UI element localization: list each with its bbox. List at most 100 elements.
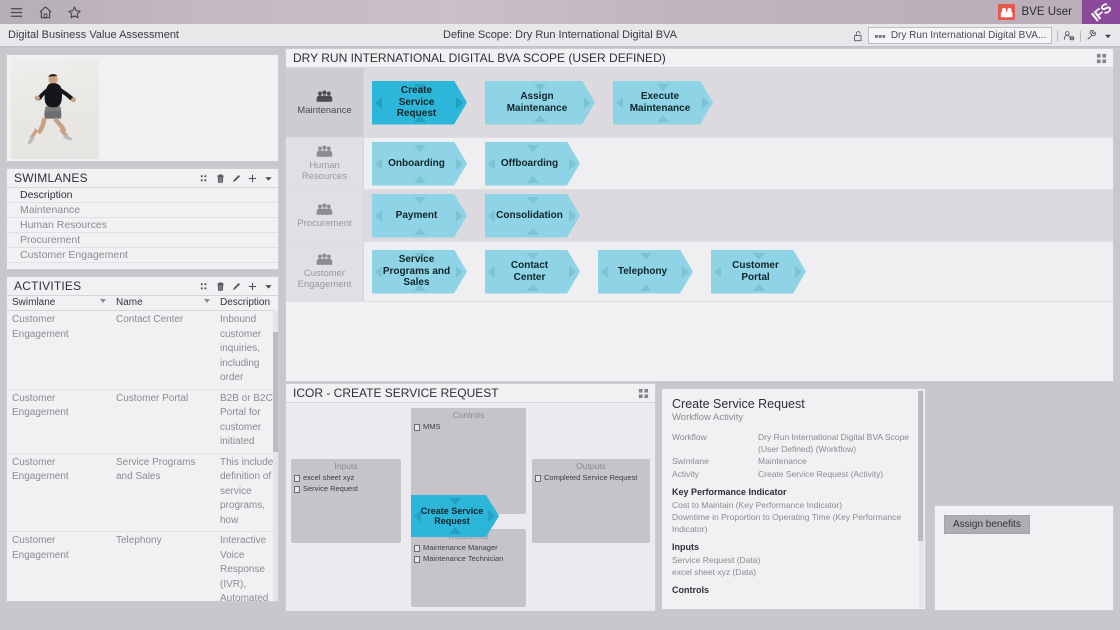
arrow-left-icon: [714, 266, 721, 278]
activity-node-label: Service Programs and Sales: [382, 254, 451, 289]
grid-icon[interactable]: [199, 173, 210, 184]
activity-node-label: Execute Maintenance: [629, 91, 691, 114]
checkbox-icon[interactable]: [294, 474, 300, 482]
column-header-swimlane[interactable]: Swimlane: [7, 296, 111, 311]
table-row[interactable]: Customer Engagement Telephony Interactiv…: [7, 531, 278, 601]
activity-node-execute-maintenance[interactable]: Execute Maintenance: [613, 81, 713, 125]
context-selector[interactable]: Dry Run International Digital BVA...: [867, 27, 1053, 44]
details-section-kpi-line: Downtime in Proportion to Operating Time…: [672, 512, 902, 534]
activity-node-service-programs-and-sales[interactable]: Service Programs and Sales: [372, 250, 467, 294]
table-row[interactable]: Customer Engagement Contact Center Inbou…: [7, 310, 278, 390]
swimlanes-panel-title: SWIMLANES: [14, 171, 88, 185]
grid-icon[interactable]: [199, 281, 210, 292]
star-icon[interactable]: [67, 5, 82, 20]
swimlane-item-human-resources[interactable]: Human Resources: [7, 218, 278, 233]
swimlane-label-customer-engagement[interactable]: Customer Engagement: [286, 242, 364, 301]
swimlane-body-maintenance: Create Service Request Assign Maintenanc…: [364, 68, 1113, 137]
column-header-description[interactable]: Description: [215, 296, 278, 311]
swimlane-item-customer-engagement[interactable]: Customer Engagement: [7, 248, 278, 263]
details-title: Create Service Request: [672, 397, 805, 411]
tools-icon[interactable]: [1086, 29, 1098, 42]
top-bar-icon-group: [0, 5, 82, 20]
unlocked-padlock-icon[interactable]: [852, 30, 864, 42]
table-row[interactable]: Customer Engagement Customer Portal B2B …: [7, 389, 278, 454]
activity-node-payment[interactable]: Payment: [372, 194, 467, 238]
activity-node-telephony[interactable]: Telephony: [598, 250, 693, 294]
activity-node-create-service-request[interactable]: Create Service Request: [372, 81, 467, 125]
trash-icon[interactable]: [215, 281, 226, 292]
checkbox-icon[interactable]: [535, 474, 541, 482]
swimlane-label-maintenance[interactable]: Maintenance: [286, 68, 364, 137]
activity-node-consolidation[interactable]: Consolidation: [485, 194, 580, 238]
arrow-up-icon: [414, 197, 426, 204]
checkbox-icon[interactable]: [414, 555, 420, 563]
icor-outputs-box[interactable]: Outputs Completed Service Request: [532, 459, 650, 543]
expand-icon[interactable]: [1096, 53, 1107, 64]
chevron-down-icon[interactable]: [1102, 30, 1114, 42]
icor-control-label: MMS: [423, 422, 441, 431]
list-item[interactable]: Maintenance Manager: [414, 543, 526, 553]
activity-node-onboarding[interactable]: Onboarding: [372, 142, 467, 186]
swimlane-label-text: Maintenance: [297, 104, 352, 116]
activities-scrollbar-thumb[interactable]: [273, 332, 278, 452]
chevron-down-icon[interactable]: [263, 281, 274, 292]
list-item[interactable]: MMS: [414, 422, 526, 432]
swimlanes-column-header: Description: [7, 188, 278, 203]
checkbox-icon[interactable]: [414, 544, 420, 552]
icor-center-node[interactable]: Create Service Request: [411, 495, 499, 537]
arrow-left-icon: [616, 97, 623, 109]
chevron-down-icon[interactable]: [263, 173, 274, 184]
activity-node-customer-portal[interactable]: Customer Portal: [711, 250, 806, 294]
arrow-down-icon: [414, 176, 426, 183]
arrow-up-icon: [657, 84, 669, 91]
hamburger-icon[interactable]: [9, 5, 24, 20]
trash-icon[interactable]: [215, 173, 226, 184]
arrow-right-icon: [456, 210, 463, 222]
activities-scrollbar-track[interactable]: [273, 310, 278, 601]
details-field-key: Workflow: [672, 432, 707, 442]
list-item[interactable]: Maintenance Technician: [414, 554, 526, 564]
details-scrollbar-track[interactable]: [918, 390, 924, 608]
list-item[interactable]: Completed Service Request: [535, 473, 650, 483]
activity-node-assign-maintenance[interactable]: Assign Maintenance: [485, 81, 595, 125]
arrow-left-icon: [601, 266, 608, 278]
arrow-left-icon: [375, 266, 382, 278]
swimlane-label-procurement[interactable]: Procurement: [286, 190, 364, 241]
activity-node-offboarding[interactable]: Offboarding: [485, 142, 580, 186]
home-icon[interactable]: [38, 5, 53, 20]
icor-resources-box[interactable]: Resources Maintenance Manager Maintenanc…: [411, 529, 526, 607]
icor-inputs-box[interactable]: Inputs excel sheet xyz Service Request: [291, 459, 401, 543]
user-menu[interactable]: BVE User: [997, 0, 1083, 24]
pencil-icon[interactable]: [231, 173, 242, 184]
details-section-kpi-heading: Key Performance Indicator: [672, 487, 787, 497]
list-item[interactable]: Service Request: [294, 484, 401, 494]
arrow-up-icon: [534, 84, 546, 91]
column-header-description-label: Description: [220, 297, 271, 308]
assign-benefits-button[interactable]: Assign benefits: [944, 515, 1030, 534]
icor-output-label: Completed Service Request: [544, 473, 638, 482]
swimlane-label-text: Procurement: [297, 217, 352, 229]
expand-icon[interactable]: [638, 388, 649, 399]
activity-node-label: Onboarding: [388, 157, 445, 169]
checkbox-icon[interactable]: [294, 485, 300, 493]
people-group-icon: [316, 90, 333, 102]
swimlane-item-maintenance[interactable]: Maintenance: [7, 203, 278, 218]
swimlane-diagram: Maintenance Create Service Request Assig…: [286, 68, 1113, 302]
swimlane-label-human-resources[interactable]: Human Resources: [286, 138, 364, 189]
column-header-name[interactable]: Name: [111, 296, 215, 311]
person-key-icon[interactable]: 0: [1063, 30, 1075, 42]
table-row[interactable]: Customer Engagement Service Programs and…: [7, 453, 278, 532]
activity-node-label: Offboarding: [500, 157, 559, 169]
activity-node-label: Contact Center: [510, 260, 549, 283]
pencil-icon[interactable]: [231, 281, 242, 292]
plus-icon[interactable]: [247, 281, 258, 292]
plus-icon[interactable]: [247, 173, 258, 184]
activity-node-contact-center[interactable]: Contact Center: [485, 250, 580, 294]
swimlane-item-procurement[interactable]: Procurement: [7, 233, 278, 248]
icor-input-label: excel sheet xyz: [303, 473, 355, 482]
activities-panel: ACTIVITIES Swimlane Name Description Cus…: [6, 276, 279, 602]
details-scrollbar-thumb[interactable]: [918, 391, 923, 541]
list-item[interactable]: excel sheet xyz: [294, 473, 401, 483]
details-field-value: Maintenance: [758, 456, 807, 466]
checkbox-icon[interactable]: [414, 423, 420, 431]
